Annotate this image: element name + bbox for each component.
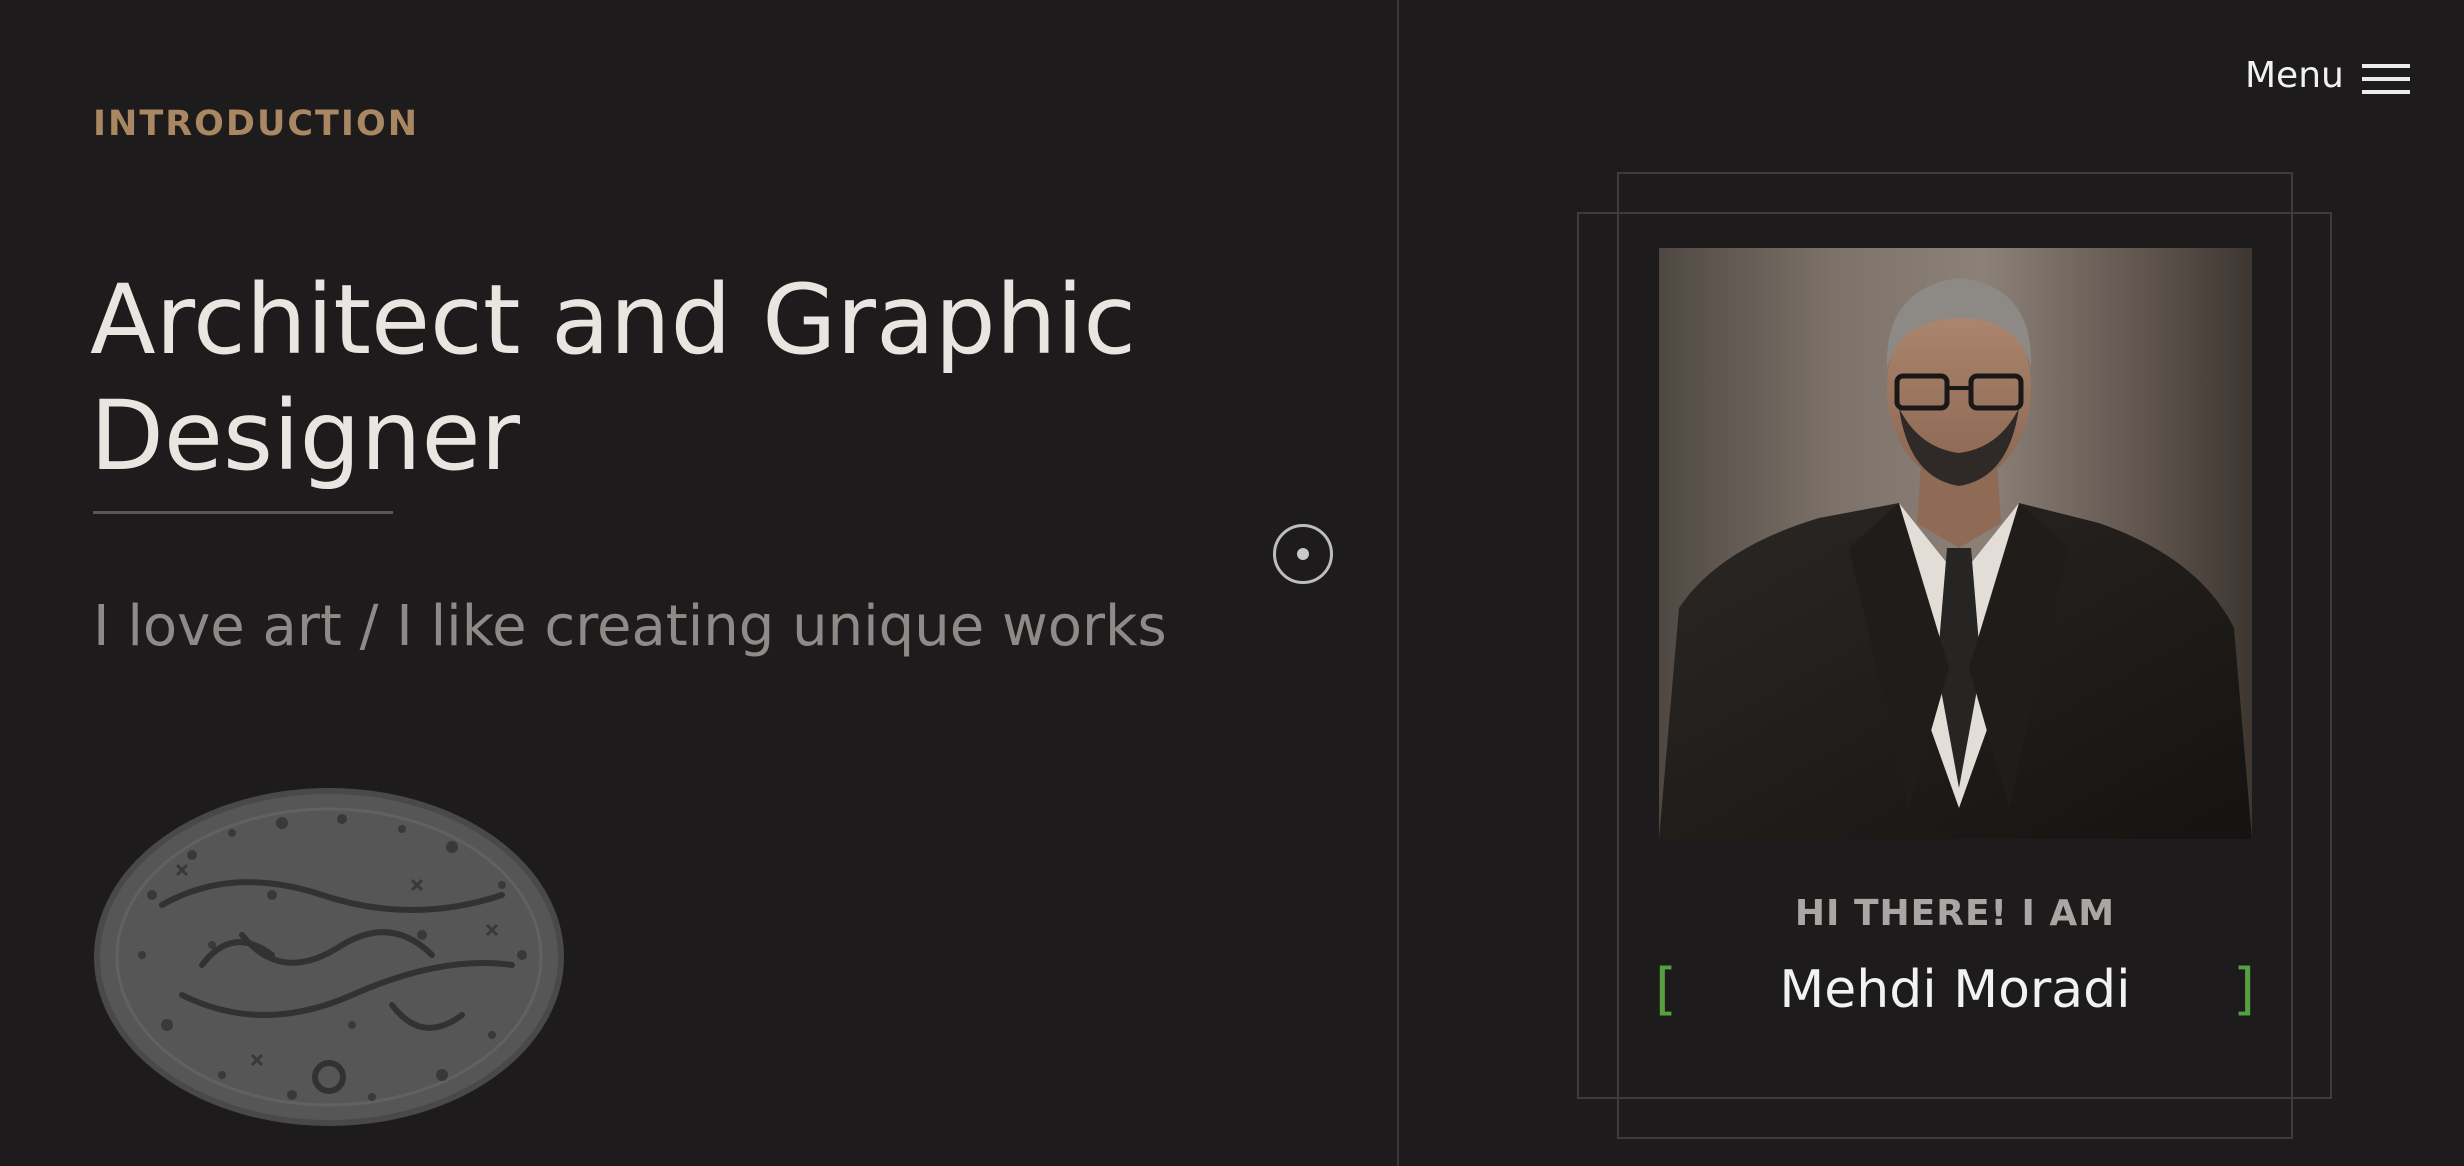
name-row: [ Mehdi Moradi ]: [1655, 955, 2255, 1025]
greeting-label: HI THERE! I AM: [1794, 893, 2116, 934]
vertical-divider: [1397, 0, 1399, 1166]
profile-name: Mehdi Moradi: [1779, 960, 2131, 1020]
menu-label[interactable]: Menu: [2245, 55, 2344, 96]
page-title: Architect and Graphic Designer: [90, 262, 1190, 494]
hamburger-icon[interactable]: [2362, 64, 2410, 94]
page: INTRODUCTION Architect and Graphic Desig…: [0, 0, 2464, 1166]
headline-line-2: Designer: [90, 380, 520, 492]
scroll-down-button[interactable]: [1273, 524, 1333, 584]
title-underline: [93, 511, 393, 514]
calligraphy-seal-logo: [94, 788, 564, 1126]
portrait-photo: [1659, 248, 2252, 839]
target-icon: [1297, 548, 1309, 560]
bracket-right: ]: [2233, 957, 2255, 1022]
tagline: I love art / I like creating unique work…: [93, 594, 1167, 659]
intro-label: INTRODUCTION: [93, 104, 419, 144]
portrait-illustration: [1659, 278, 2252, 839]
headline-line-1: Architect and Graphic: [90, 264, 1137, 376]
